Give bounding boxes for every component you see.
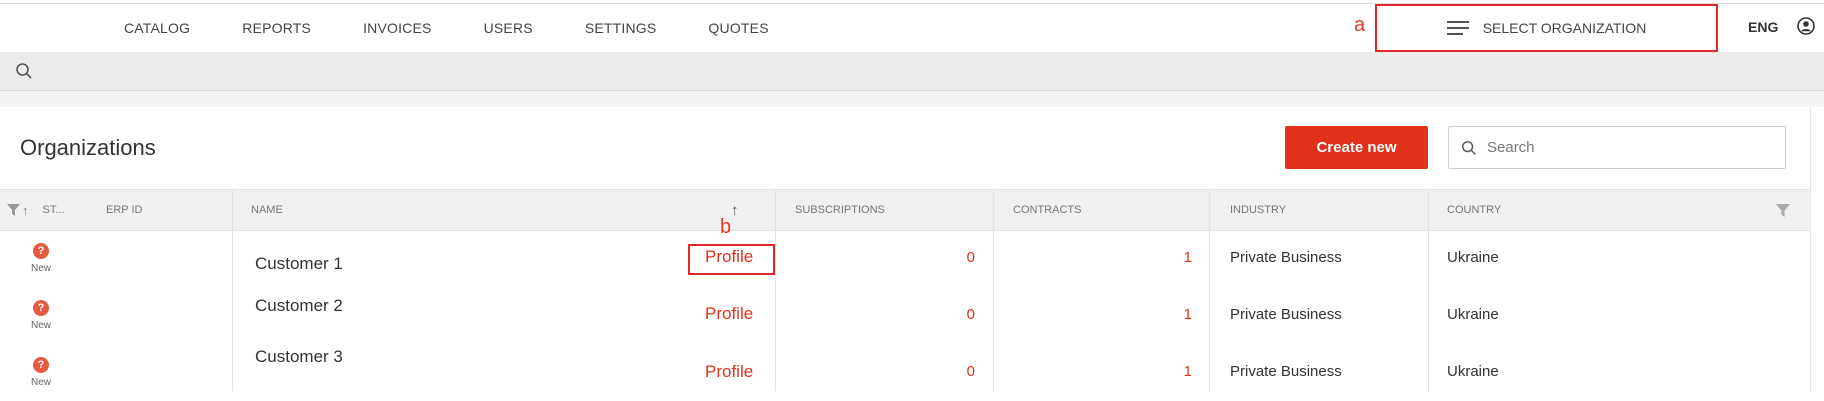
user-account-icon[interactable] <box>1797 17 1815 35</box>
subscriptions-value[interactable]: 0 <box>955 363 975 380</box>
global-search-bar[interactable] <box>0 52 1824 91</box>
language-switch[interactable]: ENG <box>1748 19 1778 35</box>
country-column-header[interactable]: COUNTRY <box>1447 190 1501 230</box>
main-nav: CATALOG REPORTS INVOICES USERS SETTINGS … <box>124 4 821 52</box>
industry-value: Private Business <box>1230 363 1342 380</box>
status-cell: ? New <box>0 287 82 344</box>
table-header: ↑ ST... ERP ID NAME ↑ SUBSCRIPTIONS CONT… <box>0 189 1810 231</box>
annotation-marker-b: b <box>720 216 732 238</box>
industry-value: Private Business <box>1230 249 1342 266</box>
organizations-table-body: ? New Customer 1 Profile 0 1 Private Bus… <box>0 230 1810 391</box>
industry-column-label: INDUSTRY <box>1230 204 1287 216</box>
contracts-value[interactable]: 1 <box>1172 363 1192 380</box>
status-column-header[interactable]: ↑ ST... <box>7 190 87 230</box>
country-column-label: COUNTRY <box>1447 204 1502 216</box>
nav-catalog[interactable]: CATALOG <box>124 20 190 36</box>
nav-quotes[interactable]: QUOTES <box>708 20 768 36</box>
question-icon: ? <box>33 300 49 316</box>
select-organization-button[interactable]: SELECT ORGANIZATION <box>1375 4 1718 52</box>
organization-search-box[interactable] <box>1448 126 1786 169</box>
section-gap <box>0 91 1824 107</box>
nav-users[interactable]: USERS <box>484 20 533 36</box>
organizations-panel: Organizations Create new ↑ ST... ERP ID … <box>0 107 1811 391</box>
nav-reports[interactable]: REPORTS <box>242 20 311 36</box>
table-row[interactable]: ? New Customer 2 Profile 0 1 Private Bus… <box>0 287 1810 344</box>
status-label: New <box>30 263 51 274</box>
status-column-label: ST... <box>42 204 65 216</box>
name-column-label: NAME <box>251 204 283 216</box>
country-value: Ukraine <box>1447 249 1499 266</box>
contracts-value[interactable]: 1 <box>1172 306 1192 323</box>
country-value: Ukraine <box>1447 306 1499 323</box>
search-input[interactable] <box>1485 138 1769 157</box>
organization-name[interactable]: Customer 2 <box>255 296 343 316</box>
contracts-column-header[interactable]: CONTRACTS <box>1013 190 1081 230</box>
country-value: Ukraine <box>1447 363 1499 380</box>
search-icon[interactable] <box>15 62 33 80</box>
erp-id-column-header[interactable]: ERP ID <box>106 190 142 230</box>
search-icon <box>1462 140 1476 155</box>
table-row[interactable]: ? New Customer 1 Profile 0 1 Private Bus… <box>0 230 1810 287</box>
contracts-column-label: CONTRACTS <box>1013 204 1082 216</box>
subscriptions-column-header[interactable]: SUBSCRIPTIONS <box>795 190 885 230</box>
organization-name[interactable]: Customer 1 <box>255 254 343 274</box>
subscriptions-column-label: SUBSCRIPTIONS <box>795 204 885 216</box>
profile-link[interactable]: Profile <box>705 304 753 324</box>
industry-column-header[interactable]: INDUSTRY <box>1230 190 1286 230</box>
create-new-button[interactable]: Create new <box>1285 126 1428 169</box>
contracts-value[interactable]: 1 <box>1172 249 1192 266</box>
status-label: New <box>30 377 51 388</box>
menu-icon <box>1446 21 1469 35</box>
filter-icon[interactable] <box>1776 203 1790 217</box>
name-sort-arrow[interactable]: ↑ <box>731 190 739 230</box>
filter-icon[interactable] <box>7 204 20 216</box>
subscriptions-value[interactable]: 0 <box>955 249 975 266</box>
profile-link[interactable]: Profile <box>705 362 753 382</box>
status-cell: ? New <box>0 344 82 401</box>
organization-name[interactable]: Customer 3 <box>255 347 343 367</box>
name-column-header[interactable]: NAME <box>251 190 283 230</box>
erp-id-column-label: ERP ID <box>106 204 143 216</box>
question-icon: ? <box>33 357 49 373</box>
nav-settings[interactable]: SETTINGS <box>585 20 657 36</box>
country-filter[interactable] <box>1776 190 1790 230</box>
sort-indicator[interactable]: ↑ <box>22 203 29 218</box>
industry-value: Private Business <box>1230 306 1342 323</box>
table-row[interactable]: ? New Customer 3 Profile 0 1 Private Bus… <box>0 344 1810 401</box>
annotation-marker-a: a <box>1354 14 1366 36</box>
status-cell: ? New <box>0 230 82 287</box>
profile-highlight-box <box>688 244 775 275</box>
status-label: New <box>30 320 51 331</box>
subscriptions-value[interactable]: 0 <box>955 306 975 323</box>
question-icon: ? <box>33 243 49 259</box>
select-organization-label: SELECT ORGANIZATION <box>1482 20 1647 36</box>
page-title: Organizations <box>20 135 156 160</box>
nav-invoices[interactable]: INVOICES <box>363 20 432 36</box>
